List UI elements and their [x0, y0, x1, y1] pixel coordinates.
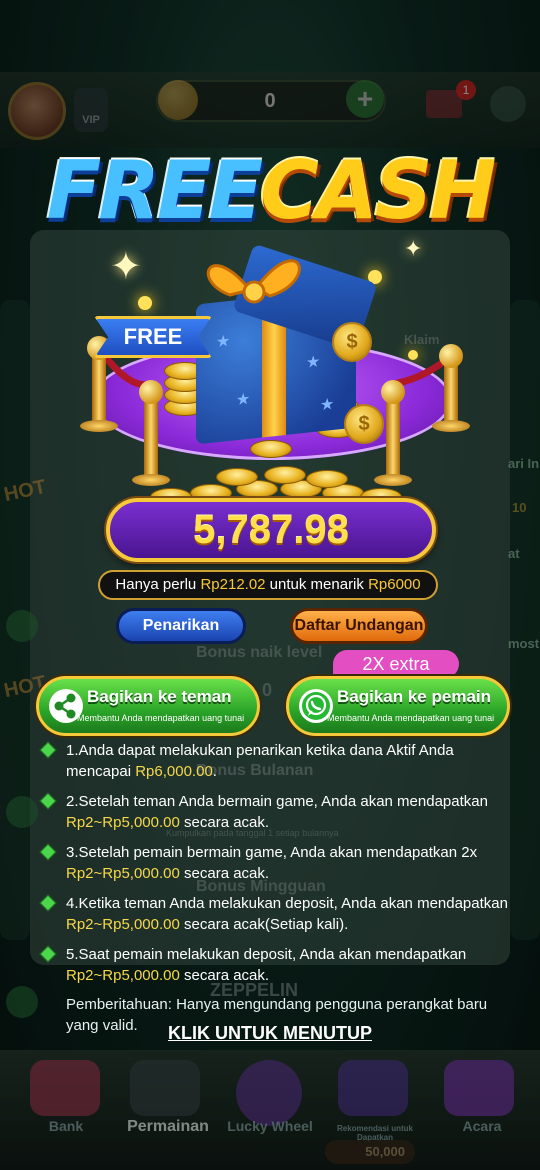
- share-players-sub: Membantu Anda mendapatkan uang tunai: [327, 713, 495, 723]
- diamond-bullet-icon: [39, 741, 57, 759]
- gold-coin-icon: [216, 468, 258, 486]
- diamond-bullet-icon: [39, 843, 57, 861]
- withdraw-requirement: Hanya perlu Rp212.02 untuk menarik Rp600…: [98, 570, 438, 600]
- rule-item: 5.Saat pemain melakukan deposit, Anda ak…: [39, 944, 510, 986]
- diamond-bullet-icon: [39, 945, 57, 963]
- cash-amount-display: 5,787.98: [106, 498, 436, 562]
- rule-text: 3.Setelah pemain bermain game, Anda akan…: [66, 844, 478, 861]
- info-target-amount: Rp6000: [368, 576, 421, 593]
- rule-text: secara acak.: [179, 814, 270, 831]
- rule-text: secara acak.: [179, 865, 270, 882]
- close-popup-link[interactable]: KLIK UNTUK MENUTUP: [0, 1023, 540, 1044]
- post: [381, 380, 405, 404]
- post: [439, 344, 463, 368]
- cash-amount: 5,787.98: [193, 508, 349, 552]
- post: [132, 474, 170, 486]
- rule-item: 3.Setelah pemain bermain game, Anda akan…: [39, 842, 510, 884]
- rule-item: 4.Ketika teman Anda melakukan deposit, A…: [39, 893, 510, 935]
- post: [432, 420, 470, 432]
- rule-text: 1.Anda dapat melakukan penarikan ketika …: [66, 742, 454, 780]
- gold-coin-icon: [250, 440, 292, 458]
- share-to-players-button[interactable]: Bagikan ke pemain Membantu Anda mendapat…: [286, 676, 510, 736]
- info-prefix: Hanya perlu: [115, 576, 201, 593]
- rule-item: 1.Anda dapat melakukan penarikan ketika …: [39, 740, 510, 782]
- post: [386, 394, 400, 480]
- post: [92, 350, 106, 424]
- gift-bow-icon: [206, 259, 301, 304]
- post: [374, 474, 412, 486]
- rule-text: secara acak.: [179, 967, 270, 984]
- post: [144, 394, 158, 480]
- rule-amount: Rp6,000.00: [135, 763, 213, 780]
- rule-amount: Rp2~Rp5,000.00: [66, 916, 180, 933]
- share-friends-sub: Membantu Anda mendapatkan uang tunai: [77, 713, 245, 723]
- share-to-friends-button[interactable]: Bagikan ke teman Membantu Anda mendapatk…: [36, 676, 260, 736]
- gold-coin-icon: $: [332, 322, 372, 362]
- free-flag: FREE: [94, 316, 212, 358]
- diamond-bullet-icon: [39, 792, 57, 810]
- diamond-bullet-icon: [39, 894, 57, 912]
- extra-tag: 2X extra: [333, 650, 459, 678]
- gold-coin-icon: [306, 470, 348, 488]
- share-friends-label: Bagikan ke teman: [87, 687, 232, 706]
- rules-list: 1.Anda dapat melakukan penarikan ketika …: [39, 740, 510, 995]
- rule-amount: Rp2~Rp5,000.00: [66, 865, 180, 882]
- rule-amount: Rp2~Rp5,000.00: [66, 814, 180, 831]
- post: [139, 380, 163, 404]
- rule-text: secara acak(Setiap kali).: [179, 916, 349, 933]
- rule-text: 2.Setelah teman Anda bermain game, Anda …: [66, 793, 488, 810]
- rule-amount: Rp2~Rp5,000.00: [66, 967, 180, 984]
- info-need-amount: Rp212.02: [200, 576, 266, 593]
- rule-item: 2.Setelah teman Anda bermain game, Anda …: [39, 791, 510, 833]
- rule-text: 5.Saat pemain melakukan deposit, Anda ak…: [66, 946, 467, 963]
- post: [80, 420, 118, 432]
- rule-text: .: [212, 763, 217, 780]
- invite-list-button[interactable]: Daftar Undangan: [290, 608, 428, 644]
- rule-text: 4.Ketika teman Anda melakukan deposit, A…: [66, 895, 508, 912]
- gold-coin-icon: $: [344, 404, 384, 444]
- gold-coin-icon: [264, 466, 306, 484]
- info-middle: untuk menarik: [265, 576, 369, 593]
- share-players-label: Bagikan ke pemain: [337, 687, 492, 706]
- withdraw-button[interactable]: Penarikan: [116, 608, 246, 644]
